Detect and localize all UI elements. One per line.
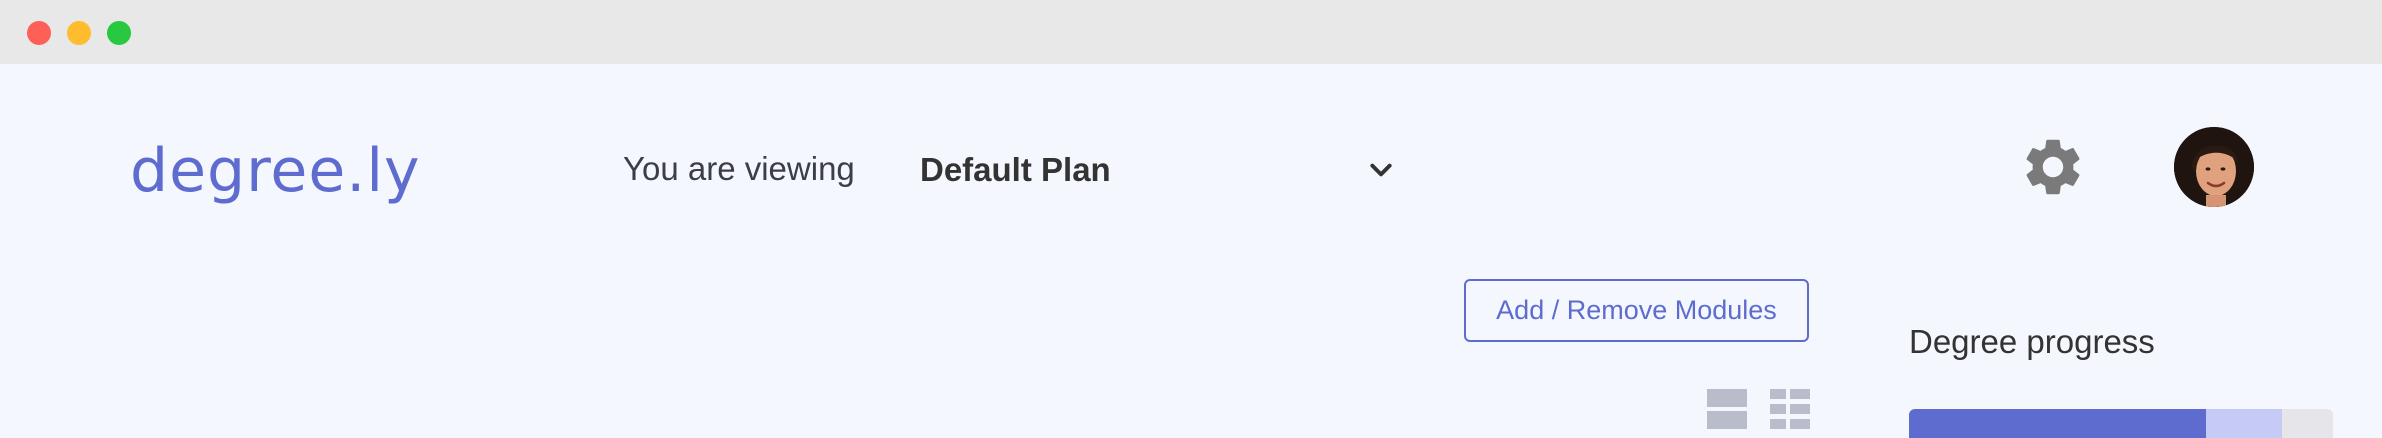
grid-view-icon[interactable]: [1770, 389, 1810, 429]
degree-progress-title: Degree progress: [1909, 323, 2155, 360]
window-titlebar: [0, 0, 2382, 64]
progress-planned-segment: [2205, 409, 2283, 438]
window-minimize-button[interactable]: [67, 21, 91, 45]
gear-icon[interactable]: [2019, 133, 2087, 201]
viewing-label: You are viewing: [623, 150, 855, 187]
window-close-button[interactable]: [27, 21, 51, 45]
chevron-down-icon: [1370, 163, 1392, 177]
progress-completed-segment: [1909, 409, 2206, 438]
user-avatar[interactable]: [2174, 127, 2254, 207]
avatar-image: [2174, 127, 2254, 207]
plan-select[interactable]: Default Plan: [920, 140, 1402, 200]
window-maximize-button[interactable]: [107, 21, 131, 45]
add-remove-modules-button[interactable]: Add / Remove Modules: [1464, 279, 1809, 342]
degree-progress-bar: [1909, 409, 2333, 438]
list-view-icon[interactable]: [1707, 389, 1747, 429]
plan-select-value: Default Plan: [920, 151, 1111, 188]
app-logo[interactable]: degree.ly: [130, 136, 421, 206]
